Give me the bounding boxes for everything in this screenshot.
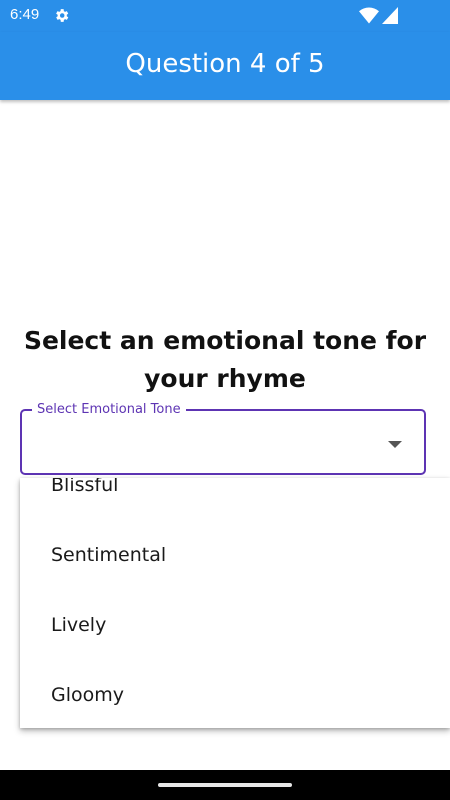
app-bar: Question 4 of 5	[0, 32, 450, 100]
menu-item-blissful[interactable]: Blissful	[20, 478, 450, 526]
navigation-bar	[0, 770, 450, 800]
chevron-down-icon[interactable]	[388, 441, 402, 448]
menu-item-sentimental[interactable]: Sentimental	[20, 536, 450, 596]
wifi-icon	[359, 7, 379, 24]
menu-item-label: Gloomy	[51, 684, 125, 706]
menu-item-label: Sentimental	[51, 544, 167, 566]
emotional-tone-select[interactable]: Select Emotional Tone	[20, 402, 426, 475]
gear-icon	[56, 9, 69, 22]
status-bar: 6:49	[0, 0, 450, 32]
menu-item-lively[interactable]: Lively	[20, 606, 450, 666]
dropdown-menu: Blissful Sentimental Lively Gloomy	[20, 478, 450, 728]
status-time: 6:49	[10, 6, 40, 23]
menu-item-gloomy[interactable]: Gloomy	[20, 676, 450, 728]
question-text: Select an emotional tone for your rhyme	[23, 326, 427, 393]
page-title: Question 4 of 5	[125, 49, 325, 79]
select-label: Select Emotional Tone	[32, 402, 186, 418]
home-handle[interactable]	[158, 783, 292, 787]
battery-icon	[382, 7, 398, 24]
menu-item-label: Lively	[51, 614, 107, 636]
menu-item-label: Blissful	[51, 478, 119, 496]
